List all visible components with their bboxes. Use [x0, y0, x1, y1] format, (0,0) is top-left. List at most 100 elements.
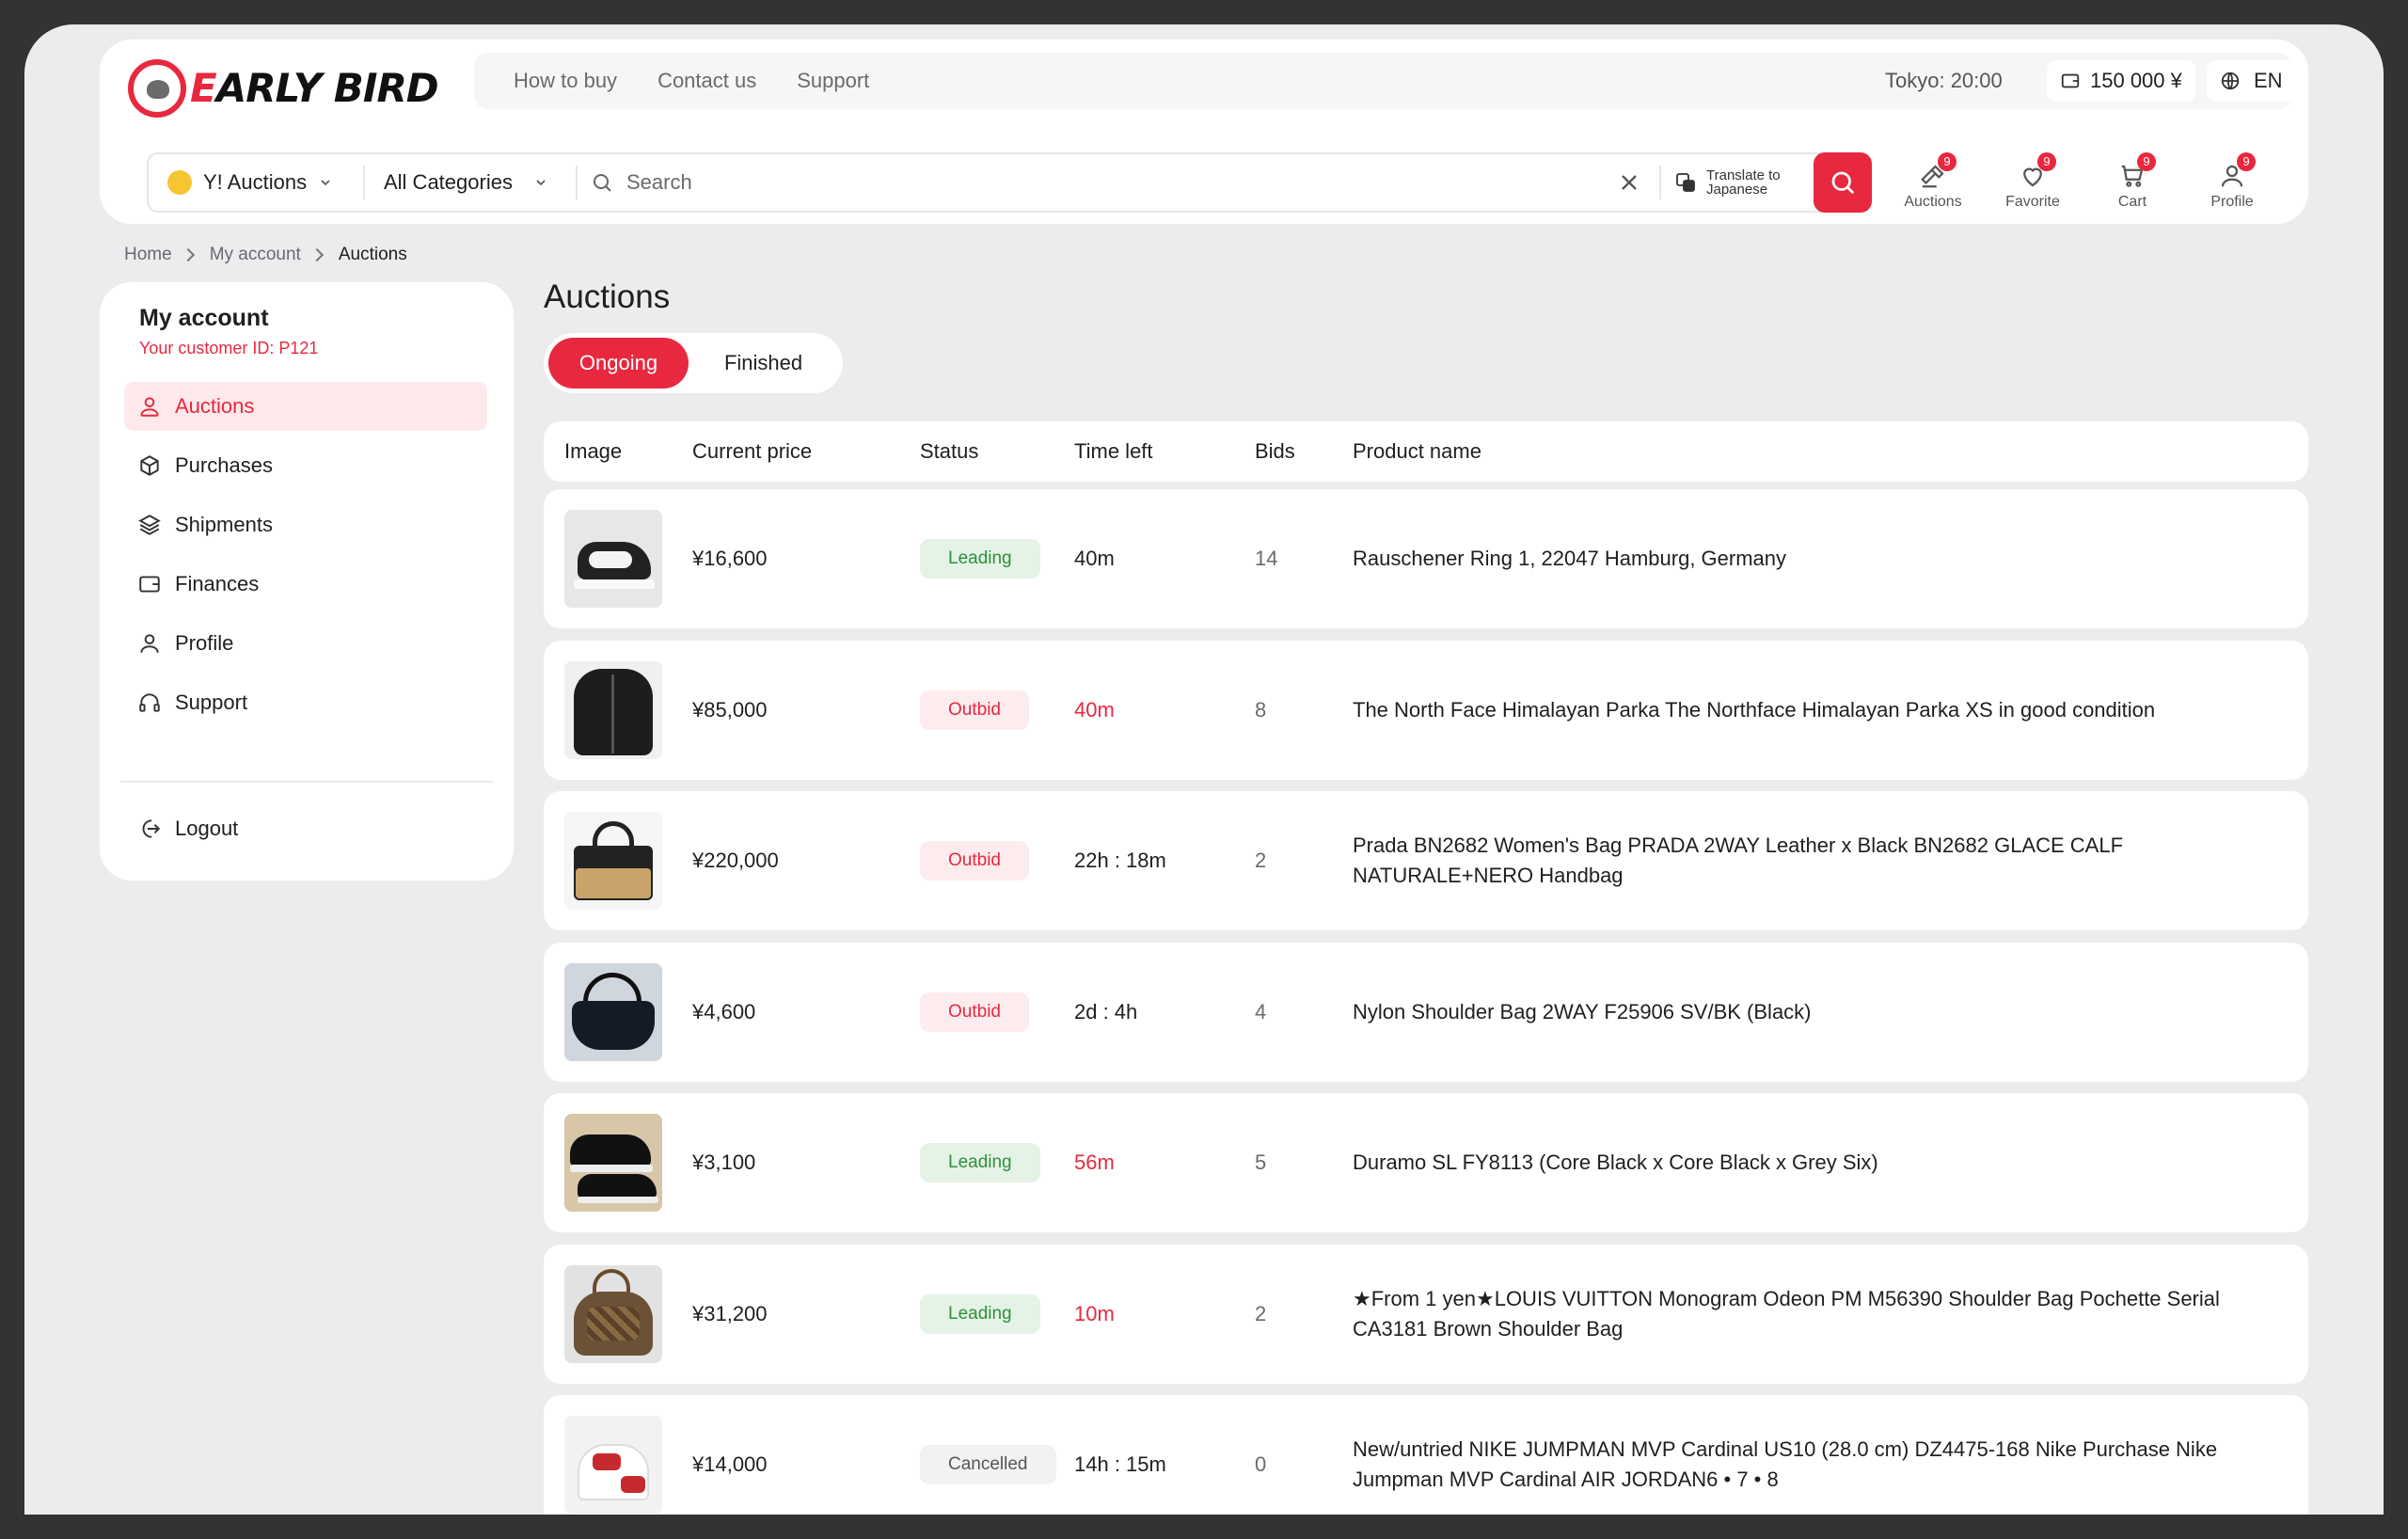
search-input[interactable]: [626, 170, 1473, 195]
clear-search-icon[interactable]: [1616, 169, 1642, 196]
divider: [363, 166, 365, 199]
language-selector[interactable]: EN: [2207, 60, 2296, 102]
bid-count: 0: [1255, 1452, 1267, 1476]
sidebar-item-shipments[interactable]: Shipments: [124, 500, 487, 549]
tab-finished[interactable]: Finished: [689, 338, 838, 389]
sidebar-item-label: Purchases: [175, 453, 273, 477]
header-cart-link[interactable]: 9 Cart: [2083, 152, 2182, 214]
product-thumbnail[interactable]: [564, 661, 662, 759]
product-name[interactable]: New/untried NIKE JUMPMAN MVP Cardinal US…: [1353, 1435, 2256, 1495]
search-field: [591, 154, 1588, 211]
status-badge: Outbid: [920, 841, 1029, 881]
headset-icon: [139, 693, 160, 712]
status-badge: Outbid: [920, 690, 1029, 730]
site-header: EARLY BIRD How to buy Contact us Support…: [100, 40, 2308, 224]
sidebar-item-label: Shipments: [175, 513, 273, 536]
bid-count: 2: [1255, 849, 1267, 872]
header-icon-nav: 9 Auctions 9 Favorite 9 Cart 9 Profile: [1883, 152, 2282, 214]
logo[interactable]: EARLY BIRD: [128, 59, 439, 118]
table-row[interactable]: ¥220,000 Outbid 22h : 18m 2 Prada BN2682 Wom…: [544, 791, 2308, 930]
product-name[interactable]: Duramo SL FY8113 (Core Black x Core Blac…: [1353, 1148, 1878, 1178]
time-left: 2d : 4h: [1074, 1000, 1138, 1023]
table-row[interactable]: ¥14,000 Cancelled 14h : 15m 0 New/untried NI…: [544, 1395, 2308, 1515]
nav-contact-us[interactable]: Contact us: [657, 69, 756, 93]
auctions-label: Auctions: [1904, 194, 1962, 210]
breadcrumb: Home My account Auctions: [124, 241, 407, 269]
time-left: 14h : 15m: [1074, 1452, 1166, 1476]
nav-how-to-buy[interactable]: How to buy: [514, 69, 617, 93]
header-auctions-link[interactable]: 9 Auctions: [1883, 152, 1983, 214]
breadcrumb-current: Auctions: [338, 245, 407, 264]
favorite-badge: 9: [2037, 152, 2056, 171]
chevron-down-icon: [321, 180, 330, 186]
search-bar: Y! Auctions All Categories Translate toJ…: [147, 152, 1872, 213]
breadcrumb-home[interactable]: Home: [124, 245, 172, 265]
product-thumbnail[interactable]: [564, 1114, 662, 1212]
translate-toggle[interactable]: Translate to Japanese: [1674, 154, 1781, 211]
product-thumbnail[interactable]: [564, 510, 662, 608]
time-left: 56m: [1074, 1150, 1115, 1174]
customer-id: Your customer ID: P121: [139, 339, 319, 357]
site-selector[interactable]: Y! Auctions: [167, 154, 333, 211]
product-name[interactable]: The North Face Himalayan Parka The North…: [1353, 695, 2155, 725]
balance-amount: 150 000 ¥: [2090, 69, 2182, 92]
current-price: ¥31,200: [692, 1302, 768, 1325]
yahoo-icon: [167, 170, 192, 195]
header-profile-link[interactable]: 9 Profile: [2182, 152, 2282, 214]
site-selector-label: Y! Auctions: [203, 170, 308, 194]
bid-count: 4: [1255, 1000, 1267, 1023]
category-selector[interactable]: All Categories: [384, 154, 548, 211]
bid-count: 8: [1255, 698, 1267, 722]
status-badge: Cancelled: [920, 1445, 1056, 1484]
current-price: ¥16,600: [692, 547, 768, 570]
logout-button[interactable]: Logout: [137, 805, 238, 852]
status-badge: Leading: [920, 1143, 1040, 1182]
sidebar-item-profile[interactable]: Profile: [124, 619, 487, 668]
current-price: ¥3,100: [692, 1150, 756, 1174]
translate-label-line2: Japanese: [1706, 182, 1768, 198]
chevron-down-icon: [536, 180, 546, 186]
nav-support[interactable]: Support: [797, 69, 869, 93]
sidebar-item-auctions[interactable]: Auctions: [124, 382, 487, 431]
cart-label: Cart: [2117, 194, 2147, 210]
table-row[interactable]: ¥3,100 Leading 56m 5 Duramo SL FY8113 (Core …: [544, 1093, 2308, 1232]
product-thumbnail[interactable]: [564, 1416, 662, 1514]
sidebar-item-label: Auctions: [175, 394, 255, 418]
bid-count: 14: [1255, 547, 1278, 570]
sidebar-item-purchases[interactable]: Purchases: [124, 441, 487, 490]
auction-tabs: Ongoing Finished: [544, 333, 843, 393]
product-name[interactable]: Prada BN2682 Women's Bag PRADA 2WAY Leat…: [1353, 831, 2256, 891]
sidebar-item-support[interactable]: Support: [124, 678, 487, 727]
status-badge: Leading: [920, 1294, 1040, 1334]
logout-icon: [142, 819, 161, 838]
product-thumbnail[interactable]: [564, 812, 662, 910]
sidebar-title: My account: [139, 305, 269, 331]
search-icon: [1831, 171, 1855, 195]
cart-badge: 9: [2137, 152, 2156, 171]
table-row[interactable]: ¥4,600 Outbid 2d : 4h 4 Nylon Shoulder Bag 2…: [544, 943, 2308, 1082]
table-row[interactable]: ¥31,200 Leading 10m 2 ★From 1 yen★LOUIS VUIT…: [544, 1245, 2308, 1384]
category-selector-label: All Categories: [384, 170, 513, 194]
search-button[interactable]: [1814, 152, 1872, 213]
wallet-icon: [2061, 73, 2080, 88]
column-image: Image: [564, 439, 623, 463]
globe-icon: [2221, 71, 2240, 90]
top-bar: How to buy Contact us Support Tokyo: 20:…: [474, 53, 2296, 109]
table-row[interactable]: ¥85,000 Outbid 40m 8 The North Face Himalaya…: [544, 641, 2308, 780]
sidebar-item-finances[interactable]: Finances: [124, 560, 487, 609]
header-favorite-link[interactable]: 9 Favorite: [1983, 152, 2083, 214]
tab-ongoing[interactable]: Ongoing: [548, 338, 689, 389]
product-name[interactable]: Rauschener Ring 1, 22047 Hamburg, German…: [1353, 544, 1786, 574]
current-price: ¥85,000: [692, 698, 768, 722]
breadcrumb-my-account[interactable]: My account: [210, 245, 301, 265]
translate-label-line1: Translate to: [1706, 167, 1781, 183]
product-name[interactable]: Nylon Shoulder Bag 2WAY F25906 SV/BK (Bl…: [1353, 997, 1812, 1027]
sidebar-item-label: Finances: [175, 572, 260, 595]
product-name[interactable]: ★From 1 yen★LOUIS VUITTON Monogram Odeon…: [1353, 1284, 2256, 1344]
balance-button[interactable]: 150 000 ¥: [2047, 60, 2195, 102]
sidebar-item-label: Support: [175, 690, 248, 714]
product-thumbnail[interactable]: [564, 963, 662, 1061]
tokyo-time: Tokyo: 20:00: [1885, 69, 2003, 92]
product-thumbnail[interactable]: [564, 1265, 662, 1363]
table-row[interactable]: ¥16,600 Leading 40m 14 Rauschener Ring 1, 22…: [544, 489, 2308, 628]
